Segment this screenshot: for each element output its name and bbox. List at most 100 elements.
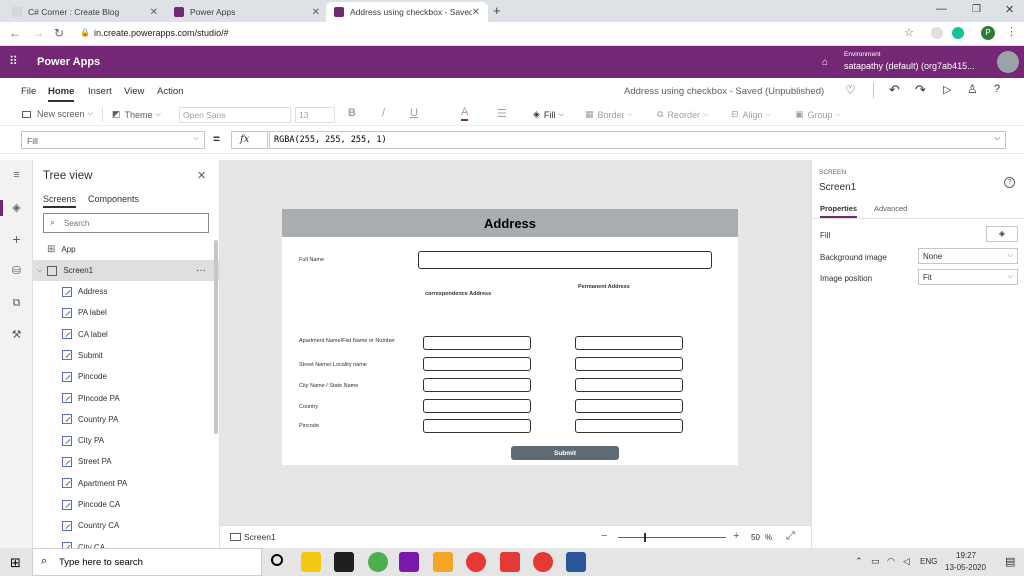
sublime-text-icon[interactable] (433, 552, 453, 572)
browser-menu-icon[interactable]: ⋮ (1006, 25, 1017, 38)
star-icon[interactable]: ☆ (904, 26, 914, 39)
tree-item[interactable]: Country CA (33, 515, 219, 536)
profile-avatar[interactable]: P (981, 26, 995, 40)
italic-button[interactable]: / (382, 107, 385, 119)
pincode-pa-input[interactable] (575, 419, 683, 433)
street-pa-input[interactable] (575, 357, 683, 371)
tree-item[interactable]: Street PA (33, 451, 219, 472)
close-tab-icon[interactable]: ✕ (472, 7, 480, 18)
image-position-select[interactable]: Fit ⌵ (918, 269, 1018, 285)
close-tab-icon[interactable]: ✕ (312, 7, 320, 18)
share-user-icon[interactable]: ♙ (967, 82, 978, 96)
fx-button[interactable]: fx (231, 131, 268, 149)
close-tab-icon[interactable]: ✕ (150, 7, 158, 18)
tree-item[interactable]: Pincode (33, 366, 219, 387)
reorder-button[interactable]: ⧉ Reorder ⌵ (657, 109, 708, 120)
tab-properties[interactable]: Properties (820, 204, 858, 218)
new-tab-button[interactable]: + (493, 3, 501, 18)
pincode-label[interactable]: Pincode (299, 423, 319, 430)
property-select[interactable]: Fill ⌵ (21, 131, 205, 149)
street-ca-input[interactable] (423, 357, 531, 371)
country-ca-input[interactable] (423, 399, 531, 413)
language-indicator[interactable]: ENG (920, 557, 937, 566)
tree-item[interactable]: PIncode PA (33, 388, 219, 409)
reload-icon[interactable]: ↻ (54, 26, 64, 40)
chrome-profile-icon[interactable] (466, 552, 486, 572)
submit-button[interactable]: Submit (511, 446, 619, 460)
city-pa-input[interactable] (575, 378, 683, 392)
advanced-tools-icon[interactable]: ⚒ (11, 330, 22, 341)
underline-button[interactable]: U (410, 107, 418, 119)
tray-chevron-icon[interactable]: ⌃ (855, 556, 863, 567)
tree-item-screen1[interactable]: ⌵ Screen1 ··· (33, 260, 219, 281)
windows-start-icon[interactable]: ⊞ (10, 555, 21, 571)
extension-icon[interactable] (931, 27, 943, 39)
full-name-label[interactable]: Full Name (299, 257, 324, 264)
clock-time[interactable]: 19:27 (956, 551, 976, 560)
user-avatar[interactable] (997, 51, 1019, 73)
street-label[interactable]: Street Name/ Locality name (299, 362, 367, 369)
tree-item[interactable]: Country PA (33, 409, 219, 430)
zoom-slider-thumb[interactable] (644, 533, 646, 542)
pincode-ca-input[interactable] (423, 419, 531, 433)
tree-item[interactable]: PA label (33, 302, 219, 323)
formula-input[interactable]: RGBA(255, 255, 255, 1) ⌵ (269, 131, 1006, 149)
redo-icon[interactable]: ↷ (915, 82, 926, 98)
cortana-icon[interactable] (271, 554, 283, 566)
align-button[interactable]: ⊟ Align ⌵ (731, 109, 771, 120)
group-button[interactable]: ▣ Group ⌵ (795, 109, 841, 120)
battery-icon[interactable]: ▭ (871, 556, 880, 567)
tree-item-app[interactable]: ⊞ App (33, 239, 219, 260)
browser-tab-active[interactable]: Address using checkbox - Saved ✕ (326, 2, 488, 22)
media-icon[interactable]: ⧉ (11, 298, 22, 309)
tree-item[interactable]: Pincode CA (33, 494, 219, 515)
text-align-icon[interactable]: ☰ (497, 107, 507, 120)
hamburger-icon[interactable]: ≡ (11, 170, 22, 181)
data-cylinder-icon[interactable]: ⛁ (11, 266, 22, 277)
tree-item[interactable]: Apartment PA (33, 473, 219, 494)
wifi-icon[interactable]: ◠ (887, 556, 895, 567)
full-name-input[interactable] (418, 251, 712, 269)
minimize-icon[interactable]: — (936, 3, 947, 15)
tree-search-box[interactable]: ⌕ (43, 213, 209, 233)
fill-button[interactable]: ◈ Fill ⌵ (533, 109, 564, 120)
fit-to-window-icon[interactable]: ⤢ (786, 530, 795, 543)
tree-item[interactable]: City CA (33, 537, 219, 548)
notifications-icon[interactable]: ▤ (1005, 555, 1015, 568)
address-header[interactable]: Address (282, 209, 738, 237)
tab-screens[interactable]: Screens (43, 194, 77, 208)
menu-view[interactable]: View (124, 86, 144, 97)
browser-tab-powerapps[interactable]: Power Apps ✕ (166, 2, 328, 22)
ca-heading[interactable]: correspondence Address (425, 291, 491, 298)
forward-icon[interactable]: → (32, 26, 44, 40)
more-options-icon[interactable]: ··· (196, 265, 206, 276)
taskbar-search-box[interactable]: ⌕ Type here to search (32, 548, 262, 576)
tree-item[interactable]: Submit (33, 345, 219, 366)
current-screen-label[interactable]: Screen1 (244, 532, 276, 542)
url-text[interactable]: in.create.powerapps.com/studio/# (94, 28, 229, 38)
search-input[interactable] (64, 216, 204, 230)
tree-item[interactable]: CA label (33, 324, 219, 345)
border-button[interactable]: ▦ Border ⌵ (585, 109, 633, 120)
chrome-icon[interactable] (368, 552, 388, 572)
close-window-icon[interactable]: ✕ (1005, 3, 1014, 16)
apartment-pa-input[interactable] (575, 336, 683, 350)
apartment-label[interactable]: Apartment Name/Flat Name or Number (299, 338, 399, 345)
back-icon[interactable]: ← (9, 26, 21, 40)
environment-name[interactable]: satapathy (default) (org7ab415... (844, 61, 975, 71)
theme-button[interactable]: ◩ Theme ⌵ (112, 109, 161, 120)
file-explorer-icon[interactable] (301, 552, 321, 572)
pa-heading[interactable]: Permanent Address (578, 284, 630, 291)
menu-file[interactable]: File (21, 86, 36, 97)
clock-date[interactable]: 13-05-2020 (945, 563, 986, 572)
word-icon[interactable] (566, 552, 586, 572)
font-color-button[interactable]: A (461, 106, 469, 121)
city-ca-input[interactable] (423, 378, 531, 392)
tab-advanced[interactable]: Advanced (874, 204, 907, 213)
grammarly-icon[interactable] (952, 27, 964, 39)
tree-scrollbar[interactable] (214, 240, 218, 434)
volume-icon[interactable]: ◁ (903, 556, 910, 567)
menu-action[interactable]: Action (157, 86, 183, 97)
zoom-slider-track[interactable] (618, 537, 726, 538)
new-screen-button[interactable]: New screen ⌵ (22, 109, 93, 119)
